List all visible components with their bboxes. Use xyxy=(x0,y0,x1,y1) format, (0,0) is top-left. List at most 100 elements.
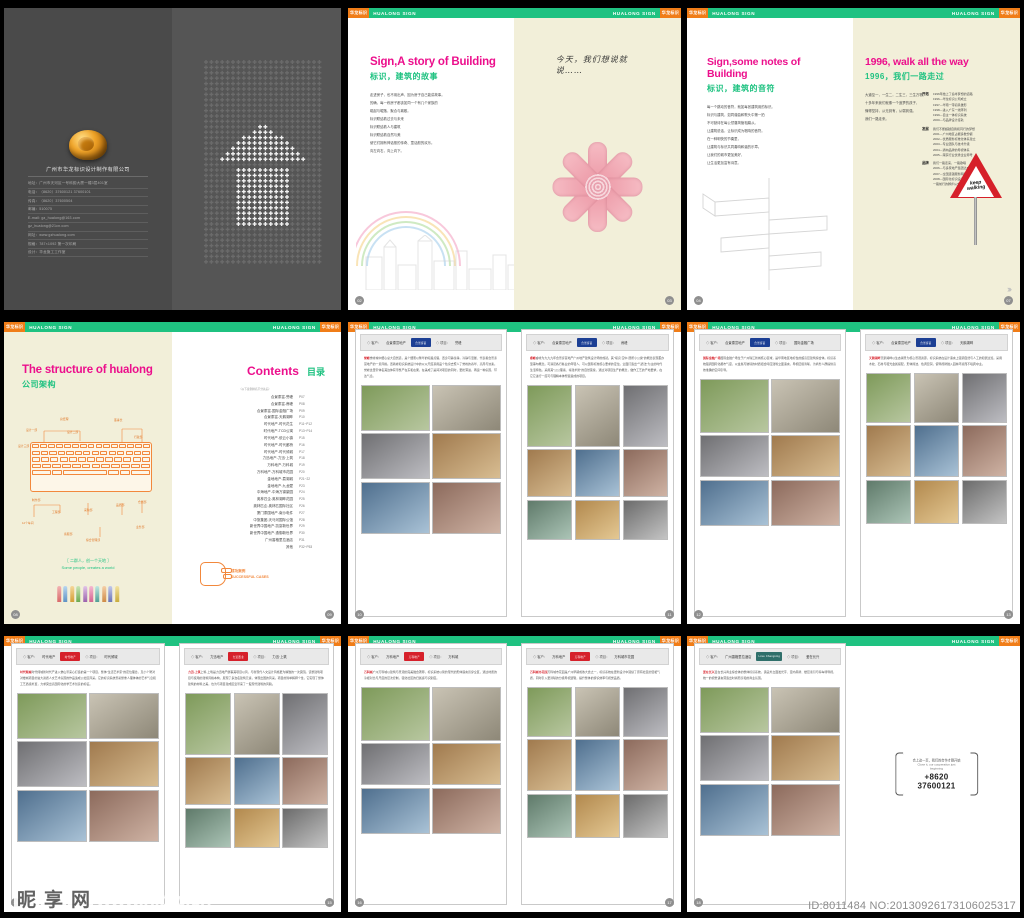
case-header: ◇ 客户：合景泰富地产合景泰富◇ 项目：国际金融广场 xyxy=(699,334,841,351)
page-number: 17 xyxy=(665,898,674,907)
toc-row[interactable]: 时代地产-时代廊桥P16 xyxy=(185,442,325,449)
brand-label: HUALONG SIGN xyxy=(948,11,999,16)
toc-row[interactable]: 其他P32~P53 xyxy=(185,544,325,551)
toc-title: 万科地产-万科城市花园 xyxy=(257,469,293,476)
toc-row[interactable]: 奥林匹企-奥林湖畔花园P25 xyxy=(185,496,325,503)
toc-row[interactable]: 合景泰富-天鹅湖畔P10 xyxy=(185,414,325,421)
client-label: ◇ 客户： xyxy=(706,654,720,659)
page-case: HUALONG SIGN华龙标识◇ 客户：万科地产万科地产◇ 项目：万科城市花园… xyxy=(514,636,681,912)
page-title-en: The structure of hualong xyxy=(22,364,153,376)
toc-title: 时代地产-依云小镇 xyxy=(264,435,293,442)
toc-row[interactable]: 厦门泰国地产-南沙电件P27 xyxy=(185,510,325,517)
client-label: ◇ 客户： xyxy=(367,340,381,345)
toc-row[interactable]: 金地地产-九龙壁P23 xyxy=(185,483,325,490)
case-photo xyxy=(185,808,231,848)
page-story-hands: HUALONG SIGN 华龙标识 今天，我们想说就说…… 03 xyxy=(514,8,681,310)
case-photo xyxy=(866,425,911,477)
case-photo xyxy=(623,794,668,838)
contact-line: 地址：广州市天河区一号科韵大厦一幢3层401室 xyxy=(28,180,148,189)
brand-tab: 华龙标识 xyxy=(348,8,369,18)
case-photo xyxy=(700,480,769,526)
case-photo xyxy=(623,385,668,447)
toc-page: P08 xyxy=(299,401,325,407)
page-case: 华龙标识HUALONG SIGN◇ 客户：万科地产万科地产◇ 项目：万科城万科城… xyxy=(348,636,514,912)
client-label: ◇ 客户： xyxy=(23,654,37,659)
toc-row[interactable]: 金地地产-荔湖城P21~22 xyxy=(185,476,325,483)
case-photo xyxy=(771,480,840,526)
case-photo-grid xyxy=(526,385,669,540)
case-card: ◇ 客户：合景泰富地产合景泰富◇ 项目：睿峰睿峰睿峰为九九九年合景泰富地产广州地… xyxy=(521,329,674,617)
spread-cover: 广州市华龙标识设计制作有限公司 地址：广州市天河区一号科韵大厦一幢3层401室 … xyxy=(4,8,341,310)
toc-page: P20 xyxy=(299,469,325,475)
case-photo xyxy=(527,794,572,838)
client-name: 时代地产 xyxy=(42,654,55,659)
case-photo xyxy=(361,687,430,741)
case-photo-grid xyxy=(184,693,329,848)
closing-contact-box: 合上这一页，我们的合作才刚开始 Close it, our cooperatio… xyxy=(895,753,979,796)
chevron-right-icon: ››› xyxy=(1007,284,1010,294)
case-photo xyxy=(432,385,501,431)
case-photo-grid xyxy=(526,687,669,838)
toc-row[interactable]: 时代地产-TCD公寓P13~P14 xyxy=(185,428,325,435)
client-label: ◇ 客户： xyxy=(872,340,886,345)
toc-page: P21~22 xyxy=(299,476,325,482)
case-photo xyxy=(432,687,501,741)
contact-line: 设计：华龙施工工作室 xyxy=(28,249,148,258)
toc-row[interactable]: 力迅地产-力迅·上筑P18 xyxy=(185,455,325,462)
toc-row[interactable]: 奥林匹企-奥林匹国际社区P26 xyxy=(185,503,325,510)
header-bar: HUALONG SIGN 华龙标识 xyxy=(514,8,681,18)
cover-front xyxy=(172,8,341,310)
toc-title: 合景泰富-睿峰 xyxy=(271,401,293,408)
toc-row[interactable]: 万科地产-万科城市花园 P20 xyxy=(185,469,325,476)
page-number: 04 xyxy=(694,296,703,305)
toc-row[interactable]: 广州香格里拉酒店P31 xyxy=(185,537,325,544)
image-id-line: ID:8011484 NO:20130926173106025317 xyxy=(808,900,1016,912)
project-name: 力迅·上筑 xyxy=(272,654,286,659)
toc-title: 金地地产-九龙壁 xyxy=(267,483,293,490)
case-card: ◇ 客户：广州香格里拉酒店Love Changxing◇ 项目：爱在长兴爱在长兴… xyxy=(694,643,846,905)
case-photo xyxy=(962,373,1007,423)
toc-page: P18 xyxy=(299,455,325,461)
toc-row[interactable]: 新世界中国地产-逸御新世界P30 xyxy=(185,530,325,537)
client-label: ◇ 客户： xyxy=(706,340,720,345)
toc-row[interactable]: 中海地产-中海万锦豪园P24 xyxy=(185,489,325,496)
toc-row[interactable]: 合景泰富-誉峰P07 xyxy=(185,394,325,401)
case-header: ◇ 客户：万科地产万科地产◇ 项目：万科城市花园 xyxy=(526,648,669,665)
page-number: 03 xyxy=(665,296,674,305)
toc-row[interactable]: 合景泰富-睿峰 P08 xyxy=(185,401,325,408)
toc-row[interactable]: 时代地产-时代倾城P17 xyxy=(185,449,325,456)
case-description: 爱在长兴爱在长兴商业综合体的整体标识系统，涵盖外立面发光字、室内吊牌、楼层索引与… xyxy=(699,665,841,687)
client-logo: Love Changxing xyxy=(756,652,782,661)
page-title-cn: 标识，建筑的音符 xyxy=(707,83,839,94)
case-description: 誉峰誉峰城中细心总大自然道，是个细而以繁华的喧嚣点缀，置身可静身静，冷静与温馨、… xyxy=(360,351,502,385)
toc-title: 新世界中国地产-逸御新世界 xyxy=(250,530,293,537)
case-description: 万科城广州万科城以建筑与景观的完美融合著称，标识系统以简约现代的形体语言贯穿全区… xyxy=(360,665,502,687)
case-photo xyxy=(700,784,769,836)
client-label: ◇ 客户： xyxy=(367,654,381,659)
toc-row[interactable]: 中旅集团-天马河国际公馆P28 xyxy=(185,517,325,524)
case-photo-grid xyxy=(360,385,502,534)
contact-line: 电话：（8620）37600121 37600101 xyxy=(28,189,148,198)
case-header: ◇ 客户：广州香格里拉酒店Love Changxing◇ 项目：爱在长兴 xyxy=(699,648,841,665)
case-photo xyxy=(89,741,159,787)
spread-story: 华龙标识 HUALONG SIGN Sign,A story of Buildi… xyxy=(348,8,681,310)
toc-row[interactable]: 万科地产-万科城P19 xyxy=(185,462,325,469)
brand-tab: 华龙标识 xyxy=(999,636,1020,646)
toc-note: （以下案例排名不分先后） xyxy=(185,387,325,391)
case-photo-grid xyxy=(16,693,160,842)
project-name: 誉峰 xyxy=(455,340,462,345)
toc-row[interactable]: 时代地产-时代花生P11~P12 xyxy=(185,421,325,428)
case-header: ◇ 客户：万科地产万科地产◇ 项目：万科城 xyxy=(360,648,502,665)
brand-label: HUALONG SIGN xyxy=(609,11,660,16)
toc-row[interactable]: 新世界中国地产-凯宴新世界P29 xyxy=(185,523,325,530)
case-header: ◇ 客户：合景泰富地产合景泰富◇ 项目：天鹅湖畔 xyxy=(865,334,1008,351)
toc-row[interactable]: 合景泰富-国际金融广场P09 xyxy=(185,408,325,415)
case-photo-grid xyxy=(360,687,502,834)
skyline-graphic xyxy=(362,235,514,290)
client-logo: 合景泰富 xyxy=(577,338,597,347)
case-photo xyxy=(361,433,430,479)
toc-row[interactable]: 时代地产-依云小镇P15 xyxy=(185,435,325,442)
client-name: 合景泰富地产 xyxy=(725,340,745,345)
case-photo xyxy=(700,379,769,433)
contact-line: E-mail: gz_hualong@163.com xyxy=(28,214,148,223)
